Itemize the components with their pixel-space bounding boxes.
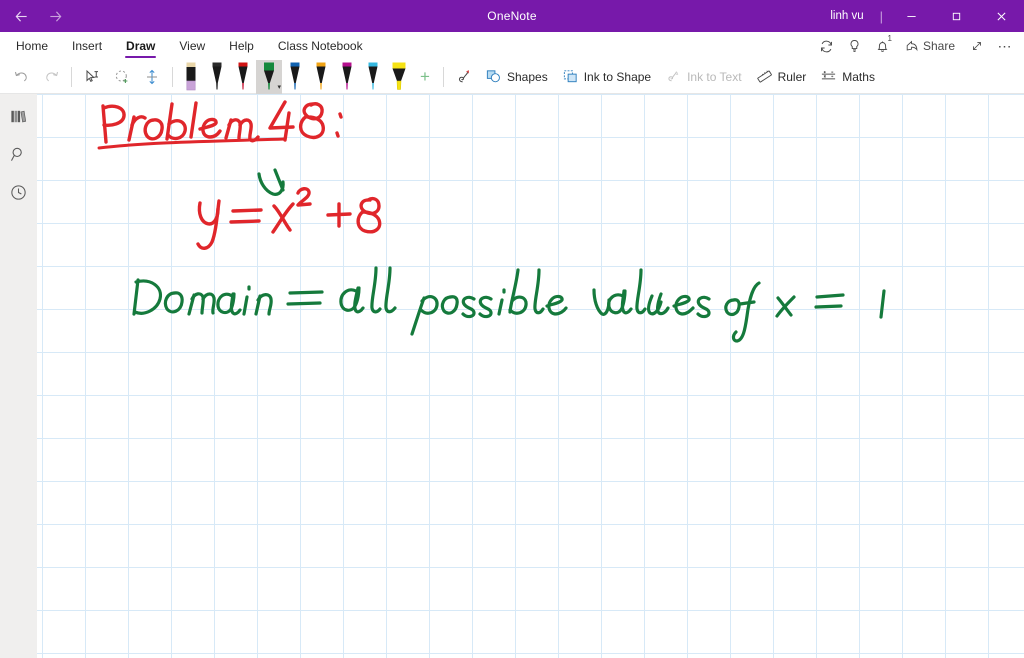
ink-pointer-icon[interactable] — [449, 63, 479, 91]
tab-home-label: Home — [16, 39, 49, 53]
pen-cyan[interactable] — [360, 60, 386, 94]
tab-insert[interactable]: Insert — [60, 32, 114, 60]
ink-heading-problem-48 — [97, 100, 343, 150]
tab-home[interactable]: Home — [4, 32, 60, 60]
title-separator: | — [879, 8, 883, 24]
back-button[interactable] — [6, 3, 36, 29]
more-options-glyph: ⋯ — [997, 38, 1013, 54]
pen-orange[interactable] — [308, 60, 334, 94]
more-options-icon[interactable]: ⋯ — [992, 34, 1018, 58]
search-icon[interactable] — [4, 140, 34, 168]
ink-equation — [196, 187, 382, 250]
toolbar-divider-2 — [172, 66, 173, 87]
ink-domain-statement — [132, 266, 886, 343]
pen-blue[interactable] — [282, 60, 308, 94]
tab-draw-label: Draw — [126, 39, 156, 53]
title-bar-right: linh vu | — [820, 0, 1024, 32]
pen-black[interactable] — [204, 60, 230, 94]
highlighter-yellow[interactable] — [386, 60, 412, 94]
notifications-bell-icon[interactable]: 1 — [870, 34, 896, 58]
navigation-buttons — [0, 3, 70, 29]
lightbulb-icon[interactable] — [842, 34, 868, 58]
left-navigation-rail — [0, 94, 37, 658]
maths-tool-label: Maths — [842, 69, 875, 84]
ink-layer — [97, 100, 886, 343]
pen-group: ▾ — [178, 59, 412, 94]
tab-view[interactable]: View — [167, 32, 217, 60]
redo-button[interactable] — [36, 63, 66, 91]
ink-to-text-tool-label: Ink to Text — [687, 69, 742, 84]
note-canvas[interactable] — [37, 94, 1024, 658]
forward-button[interactable] — [40, 3, 70, 29]
maths-tool[interactable]: Maths — [814, 63, 883, 91]
lasso-select-button[interactable] — [107, 63, 137, 91]
share-label: Share — [922, 39, 955, 53]
notification-badge: 1 — [887, 34, 892, 43]
close-button[interactable] — [979, 0, 1024, 32]
pen-red[interactable] — [230, 60, 256, 94]
shapes-tool[interactable]: Shapes — [479, 63, 556, 91]
toolbar-divider-1 — [71, 66, 72, 87]
maximize-button[interactable] — [934, 0, 979, 32]
minimize-button[interactable] — [889, 0, 934, 32]
tab-help[interactable]: Help — [217, 32, 266, 60]
shapes-tool-label: Shapes — [507, 69, 548, 84]
pen-highlighter-lilac[interactable] — [178, 60, 204, 94]
ribbon-right-actions: 1 Share ⋯ — [814, 32, 1024, 60]
ruler-tool[interactable]: Ruler — [750, 63, 815, 91]
ruler-tool-label: Ruler — [777, 69, 807, 84]
tab-class-notebook[interactable]: Class Notebook — [266, 32, 375, 60]
tab-help-label: Help — [229, 39, 254, 53]
tab-insert-label: Insert — [72, 39, 103, 53]
pen-magenta[interactable] — [334, 60, 360, 94]
pen-green-dropdown-chevron[interactable]: ▾ — [277, 84, 281, 91]
workspace — [0, 94, 1024, 658]
draw-toolbar: ▾ + Shapes Ink to Shape a Ink to Text Ru… — [0, 59, 1024, 94]
title-bar: OneNote linh vu | — [0, 0, 1024, 32]
expand-icon[interactable] — [964, 34, 990, 58]
ribbon-tab-bar: Home Insert Draw View Help Class Noteboo… — [0, 32, 1024, 60]
ink-annotation-check — [257, 168, 285, 196]
sync-icon[interactable] — [814, 34, 840, 58]
ink-to-shape-tool-label: Ink to Shape — [583, 69, 652, 84]
tab-class-notebook-label: Class Notebook — [277, 39, 363, 53]
share-button[interactable]: Share — [898, 34, 962, 58]
pen-green[interactable]: ▾ — [256, 59, 282, 94]
tab-draw[interactable]: Draw — [114, 32, 167, 60]
insert-space-button[interactable] — [137, 63, 167, 91]
svg-text:a: a — [676, 71, 679, 77]
add-pen-button[interactable]: + — [412, 63, 438, 91]
recent-notes-icon[interactable] — [4, 178, 34, 206]
toolbar-divider-3 — [443, 66, 444, 87]
select-tool-button[interactable] — [77, 63, 107, 91]
account-name[interactable]: linh vu — [820, 10, 873, 22]
ink-to-text-tool: a Ink to Text — [659, 63, 749, 91]
notebooks-icon[interactable] — [4, 102, 34, 130]
undo-button[interactable] — [6, 63, 36, 91]
tab-view-label: View — [179, 39, 206, 53]
ink-to-shape-tool[interactable]: Ink to Shape — [556, 63, 659, 91]
